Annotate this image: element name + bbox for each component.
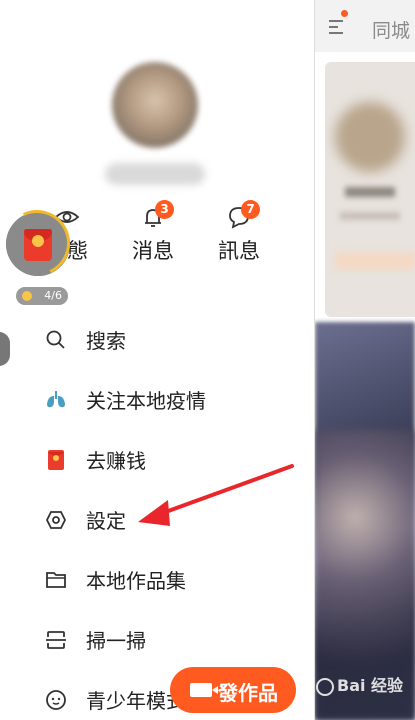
settings-hexagon-icon	[44, 508, 68, 532]
lungs-icon	[44, 388, 68, 412]
folder-icon	[44, 568, 68, 592]
menu-item-scan[interactable]: 掃一掃	[44, 620, 304, 660]
menu-item-earn-money[interactable]: 去赚钱	[44, 440, 304, 480]
scan-icon	[44, 628, 68, 652]
side-handle[interactable]	[0, 332, 10, 366]
paw-logo-icon	[316, 677, 334, 696]
search-icon	[44, 328, 68, 352]
background-feed	[315, 0, 415, 720]
red-packet-float[interactable]	[0, 200, 80, 286]
username[interactable]	[105, 163, 205, 185]
chat-bubble-icon: 7	[226, 200, 260, 230]
red-envelope-icon	[24, 229, 52, 261]
camera-icon	[190, 683, 218, 697]
teen-face-icon	[44, 688, 68, 712]
menu-item-search[interactable]: 搜索	[44, 320, 304, 360]
menu-item-label: 搜索	[86, 329, 126, 353]
notification-badge: 7	[241, 200, 260, 219]
tab-city[interactable]: 同城	[372, 16, 410, 43]
quick-action-label: 消息	[132, 239, 174, 263]
drawer-edge	[314, 0, 315, 720]
watermark-text: Bai 经验	[337, 676, 404, 695]
bell-icon: 3	[140, 200, 174, 230]
quick-action-inbox[interactable]: 7 訊息	[199, 200, 279, 265]
menu-item-label: 本地作品集	[86, 569, 186, 593]
coin-icon	[22, 291, 32, 301]
progress-text: 4/6	[44, 289, 62, 302]
menu-item-label: 掃一掃	[86, 629, 146, 653]
feed-card-thumbnail	[335, 102, 405, 172]
feed-card-text	[340, 212, 400, 220]
menu-item-local-collection[interactable]: 本地作品集	[44, 560, 304, 600]
menu-item-label: 設定	[86, 509, 126, 533]
feed-card-button	[335, 252, 415, 270]
quick-action-label: 訊息	[218, 239, 260, 263]
avatar[interactable]	[112, 62, 198, 148]
menu-item-label: 关注本地疫情	[86, 389, 206, 413]
red-packet-progress: 4/6	[16, 287, 68, 305]
feed-card-text	[345, 187, 395, 197]
red-envelope-icon	[44, 448, 68, 472]
menu-item-settings[interactable]: 設定	[44, 500, 304, 540]
menu-icon[interactable]	[329, 16, 343, 36]
watermark: Bai 经验	[316, 672, 403, 696]
notification-dot	[341, 10, 348, 17]
publish-button[interactable]: 發作品	[170, 667, 296, 713]
quick-action-messages[interactable]: 3 消息	[113, 200, 193, 265]
menu-item-local-epidemic[interactable]: 关注本地疫情	[44, 380, 304, 420]
menu-item-label: 去赚钱	[86, 449, 146, 473]
feed-card[interactable]	[325, 62, 415, 317]
publish-button-label: 發作品	[218, 681, 278, 705]
notification-badge: 3	[155, 200, 174, 219]
